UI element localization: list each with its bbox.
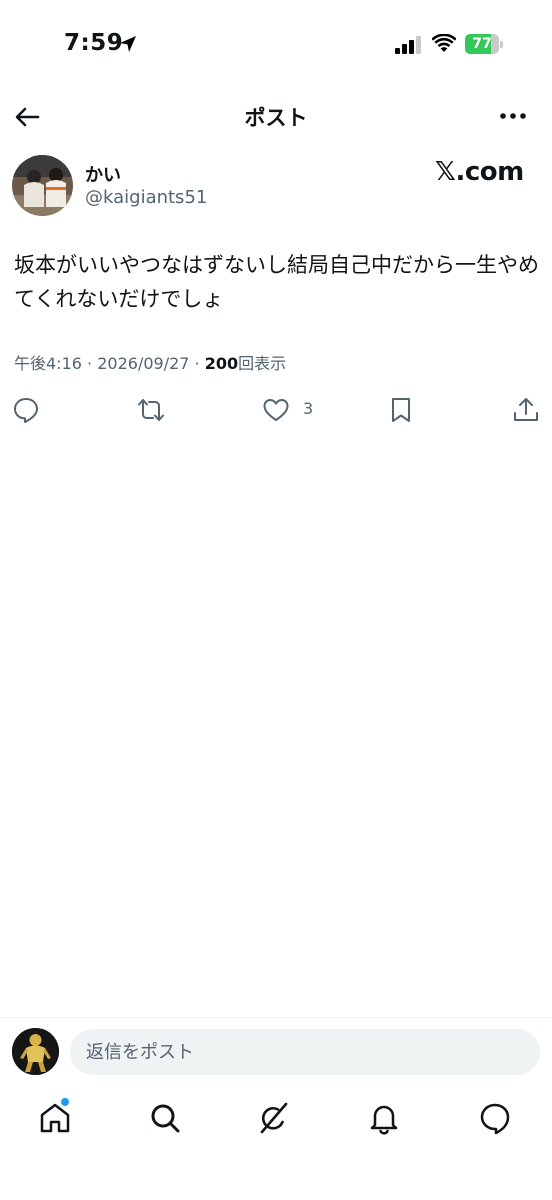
like-count: 3 [303, 399, 314, 418]
author-display-name[interactable]: かい [85, 161, 121, 187]
grok-icon[interactable] [256, 1100, 292, 1136]
page-title: ポスト [244, 106, 308, 130]
author-avatar[interactable] [12, 155, 73, 216]
wifi-icon [432, 34, 456, 52]
heart-icon[interactable] [262, 396, 290, 424]
reply-icon[interactable] [12, 396, 40, 424]
home-icon[interactable] [37, 1100, 73, 1136]
views-label: 回表示 [238, 354, 287, 373]
share-icon[interactable] [512, 396, 540, 424]
author-handle[interactable]: @kaigiants51 [85, 187, 207, 208]
battery-indicator: 77 [465, 34, 503, 54]
post-text: 坂本がいいやつなはずないし結局自己中だから一生やめてくれないだけでしょ [14, 253, 539, 311]
post-date[interactable]: 2026/09/27 [97, 354, 189, 373]
post-header: ポスト [0, 92, 552, 140]
messages-icon[interactable] [477, 1100, 513, 1136]
meta-separator: · [87, 354, 93, 373]
xcom-logo: 𝕏.com [435, 157, 524, 187]
composer-divider [0, 1017, 552, 1018]
cellular-signal-icon [395, 36, 421, 54]
post-time[interactable]: 午後4:16 [14, 354, 82, 373]
post-meta: 午後4:16 · 2026/09/27 · 200回表示 [14, 350, 286, 374]
status-time: 7:59 [64, 30, 124, 56]
reply-input[interactable] [70, 1029, 540, 1075]
bottom-nav [0, 1092, 552, 1152]
notifications-icon[interactable] [366, 1100, 402, 1136]
battery-percent: 77 [472, 36, 492, 52]
my-avatar[interactable] [12, 1028, 59, 1075]
repost-icon[interactable] [137, 396, 165, 424]
post-actions: 3 [0, 392, 552, 428]
status-bar: 7:59 77 [0, 0, 552, 90]
bookmark-icon[interactable] [387, 396, 415, 424]
views-count: 200 [204, 354, 239, 373]
location-arrow-icon [120, 36, 136, 52]
more-horizontal-icon[interactable] [498, 104, 528, 128]
home-notification-dot [61, 1098, 69, 1106]
search-icon[interactable] [147, 1100, 183, 1136]
avatar-photo [12, 155, 73, 216]
meta-separator: · [194, 354, 200, 373]
avatar-photo [12, 1028, 59, 1075]
